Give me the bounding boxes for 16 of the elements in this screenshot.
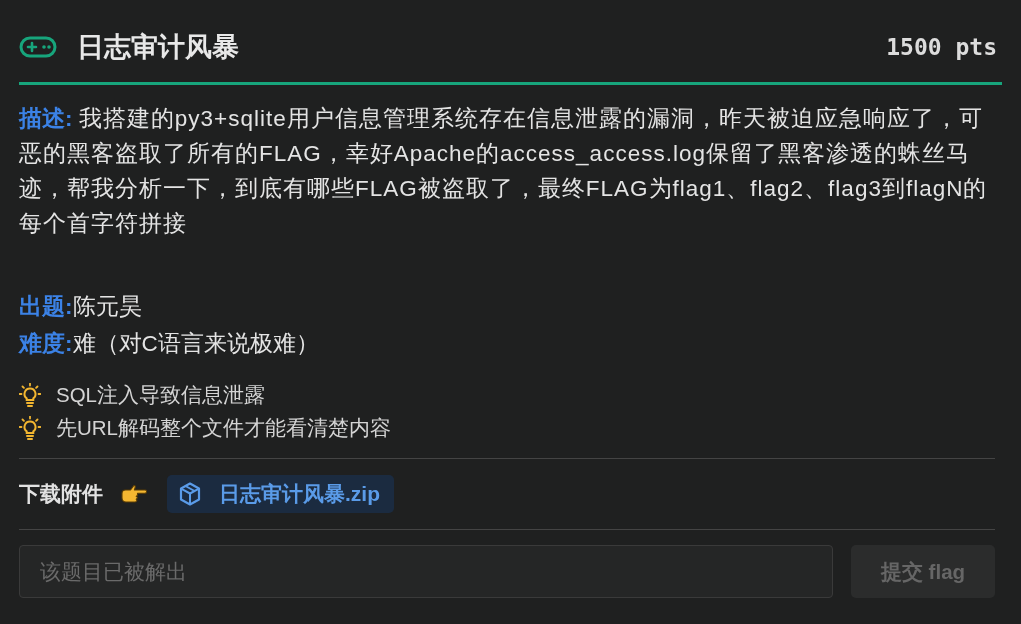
download-file-button[interactable]: 日志审计风暴.zip bbox=[167, 475, 394, 513]
meta-label: 难度: bbox=[19, 331, 73, 356]
challenge-title: 日志审计风暴 bbox=[77, 31, 239, 64]
cube-icon bbox=[179, 482, 201, 506]
lightbulb-icon bbox=[19, 415, 41, 440]
description-text: 描述: 我搭建的py3+sqlite用户信息管理系统存在信息泄露的漏洞，昨天被迫应急响应了，可恶的黑客盗取了所有的FLAG，幸好Apache的access_access.log保留了黑客渗透的蛛丝马迹，帮我分析一下，到底有哪些FLAG被盗取了，最终FLAG为flag1、flag2、flag3到flagN的每个首字符拼接 bbox=[19, 105, 989, 238]
meta-label: 出题: bbox=[19, 294, 73, 319]
points-value: 1500 pts bbox=[886, 34, 997, 60]
meta-value: 陈元昊 bbox=[72, 294, 142, 319]
lightbulb-icon bbox=[19, 382, 41, 407]
attachment-label: 下载附件 bbox=[19, 481, 103, 507]
gamepad-icon bbox=[19, 36, 57, 58]
hint-text: 先URL解码整个文件才能看清楚内容 bbox=[56, 414, 391, 441]
pointing-hand-icon bbox=[121, 485, 147, 503]
meta-value: 难（对C语言来说极难） bbox=[72, 331, 319, 356]
hint-text: SQL注入导致信息泄露 bbox=[56, 381, 266, 408]
